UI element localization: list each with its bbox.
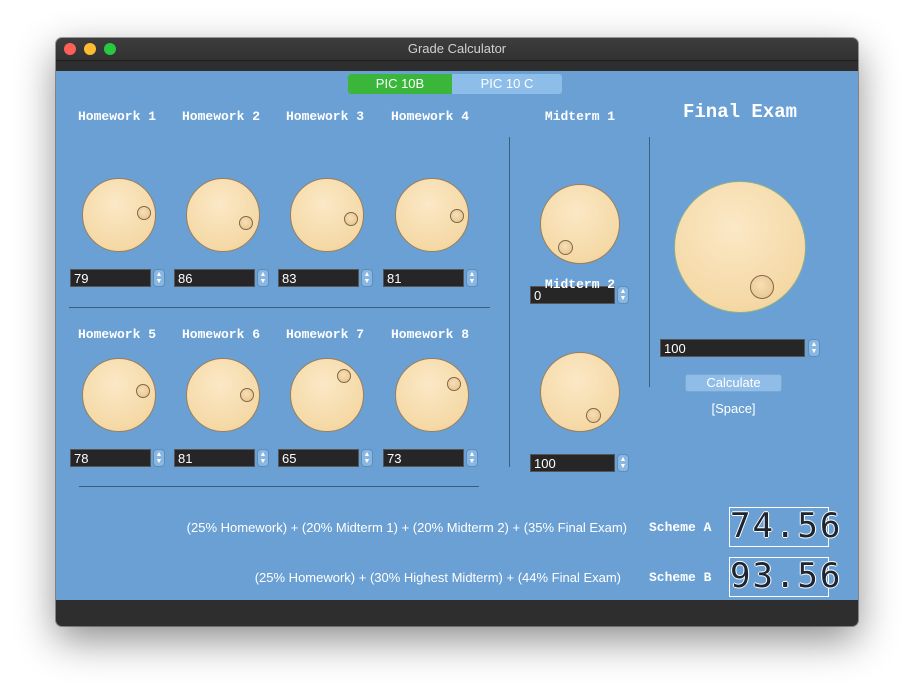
homework-4-spinbox[interactable]: 81 ▲ ▼ [383, 269, 479, 287]
homework-1-dial[interactable] [82, 178, 156, 252]
dial-indicator [136, 384, 150, 398]
scheme-a-formula: (25% Homework) + (20% Midterm 1) + (20% … [186, 520, 627, 535]
scheme-a-label: Scheme A [649, 520, 712, 535]
stepper-arrows-icon[interactable]: ▲ ▼ [466, 449, 478, 467]
toolbar-strip [56, 61, 858, 71]
scheme-b-formula: (25% Homework) + (30% Highest Midterm) +… [254, 570, 621, 585]
stepper-arrows-icon[interactable]: ▲ ▼ [257, 449, 269, 467]
homework-2-label: Homework 2 [181, 109, 260, 124]
dial-indicator [450, 209, 464, 223]
dial-indicator [447, 377, 461, 391]
scheme-a-result-display: 74.56 [729, 506, 843, 547]
homework-8-value[interactable]: 73 [383, 449, 464, 467]
homework-7-dial[interactable] [290, 358, 364, 432]
stepper-arrows-icon[interactable]: ▲ ▼ [361, 449, 373, 467]
dial-indicator [344, 212, 358, 226]
dial-indicator [337, 369, 351, 383]
homework-7-value[interactable]: 65 [278, 449, 359, 467]
homework-8-label: Homework 8 [390, 327, 469, 342]
column-divider [649, 137, 650, 387]
stepper-arrows-icon[interactable]: ▲ ▼ [361, 269, 373, 287]
homework-6-dial[interactable] [186, 358, 260, 432]
window-title: Grade Calculator [407, 41, 507, 56]
tab-pic-10c[interactable]: PIC 10 C [452, 74, 562, 94]
homework-7-spinbox[interactable]: 65 ▲ ▼ [278, 449, 374, 467]
dial-indicator [137, 206, 151, 220]
homework-4-dial[interactable] [395, 178, 469, 252]
homework-4-label: Homework 4 [390, 109, 469, 124]
final-exam-spinbox[interactable]: 100 ▲ ▼ [660, 339, 820, 357]
midterm-2-label: Midterm 2 [544, 277, 616, 292]
homework-2-value[interactable]: 86 [174, 269, 255, 287]
homework-6-spinbox[interactable]: 81 ▲ ▼ [174, 449, 270, 467]
homework-8-spinbox[interactable]: 73 ▲ ▼ [383, 449, 479, 467]
homework-3-value[interactable]: 83 [278, 269, 359, 287]
homework-1-label: Homework 1 [77, 109, 156, 124]
stepper-arrows-icon[interactable]: ▲ ▼ [257, 269, 269, 287]
shortcut-hint: [Space] [711, 401, 756, 416]
midterm-1-label: Midterm 1 [544, 109, 616, 124]
dial-indicator [586, 408, 601, 423]
midterm-2-dial[interactable] [540, 352, 620, 432]
tab-pic-10b[interactable]: PIC 10B [348, 74, 452, 94]
homework-1-value[interactable]: 79 [70, 269, 151, 287]
midterm-2-spinbox[interactable]: 100 ▲ ▼ [530, 454, 629, 472]
dial-indicator [239, 216, 253, 230]
homework-7-label: Homework 7 [285, 327, 364, 342]
homework-1-spinbox[interactable]: 79 ▲ ▼ [70, 269, 166, 287]
homework-6-label: Homework 6 [181, 327, 260, 342]
dial-indicator [750, 275, 774, 299]
homework-5-value[interactable]: 78 [70, 449, 151, 467]
dial-indicator [558, 240, 573, 255]
final-exam-label: Final Exam [682, 101, 798, 123]
homework-3-label: Homework 3 [285, 109, 364, 124]
divider [79, 486, 479, 487]
homework-2-dial[interactable] [186, 178, 260, 252]
main-panel: PIC 10B PIC 10 C Homework 1 79 ▲ ▼ Homewo… [56, 71, 858, 600]
homework-5-spinbox[interactable]: 78 ▲ ▼ [70, 449, 166, 467]
app-window: Grade Calculator PIC 10B PIC 10 C Homewo… [56, 38, 858, 626]
final-exam-dial[interactable] [674, 181, 806, 313]
dial-indicator [240, 388, 254, 402]
divider [69, 307, 490, 308]
homework-4-value[interactable]: 81 [383, 269, 464, 287]
stepper-arrows-icon[interactable]: ▲ ▼ [153, 449, 165, 467]
stepper-arrows-icon[interactable]: ▲ ▼ [808, 339, 820, 357]
stepper-arrows-icon[interactable]: ▲ ▼ [617, 454, 629, 472]
midterm-2-value[interactable]: 100 [530, 454, 615, 472]
final-exam-value[interactable]: 100 [660, 339, 805, 357]
midterm-1-dial[interactable] [540, 184, 620, 264]
homework-5-label: Homework 5 [77, 327, 156, 342]
homework-3-dial[interactable] [290, 178, 364, 252]
status-bar [56, 600, 858, 626]
title-bar: Grade Calculator [56, 38, 858, 61]
stepper-arrows-icon[interactable]: ▲ ▼ [153, 269, 165, 287]
homework-3-spinbox[interactable]: 83 ▲ ▼ [278, 269, 374, 287]
homework-6-value[interactable]: 81 [174, 449, 255, 467]
scheme-b-label: Scheme B [649, 570, 712, 585]
homework-2-spinbox[interactable]: 86 ▲ ▼ [174, 269, 270, 287]
homework-5-dial[interactable] [82, 358, 156, 432]
stepper-arrows-icon[interactable]: ▲ ▼ [466, 269, 478, 287]
calculate-button[interactable]: Calculate [685, 374, 782, 392]
homework-8-dial[interactable] [395, 358, 469, 432]
column-divider [509, 137, 510, 467]
scheme-b-result-display: 93.56 [729, 556, 843, 597]
